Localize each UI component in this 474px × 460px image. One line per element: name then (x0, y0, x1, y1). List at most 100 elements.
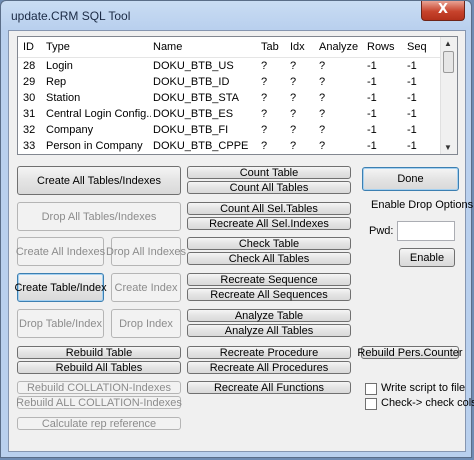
cell-name: DOKU_BTB_FI (153, 124, 229, 136)
check-table-button[interactable]: Check Table (187, 237, 351, 250)
cell-analyze: ? (319, 140, 326, 152)
scroll-down-arrow-icon[interactable]: ▼ (444, 143, 452, 152)
close-button[interactable]: X (421, 1, 465, 21)
cell-name: DOKU_BTB_STA (153, 92, 239, 104)
check-cols-label[interactable]: Check-> check cols. (381, 397, 474, 409)
column-header-idx[interactable]: Idx (290, 41, 305, 53)
column-header-analyze[interactable]: Analyze (319, 41, 358, 53)
vertical-scrollbar[interactable]: ▲ ▼ (440, 37, 457, 154)
app-window: update.CRM SQL Tool X ID Type Name Tab I… (0, 0, 474, 458)
write-script-checkbox-box[interactable] (365, 383, 377, 395)
table-row[interactable]: 29 Rep DOKU_BTB_ID??? -1 -1 (18, 75, 442, 91)
calculate-rep-reference-button[interactable]: Calculate rep reference (17, 417, 181, 430)
cell-tab: ? (261, 92, 268, 104)
cell-seq: -1 (407, 108, 417, 120)
cell-name: DOKU_BTB_ID (153, 76, 230, 88)
window-title: update.CRM SQL Tool (11, 9, 131, 23)
cell-rows: -1 (367, 60, 377, 72)
password-input[interactable] (397, 221, 455, 241)
cell-analyze: ? (319, 60, 326, 72)
table-row[interactable]: 33 Person in Company DOKU_BTB_CPPE??? -1 -1 (18, 139, 442, 154)
table-row[interactable]: 31 Central Login Config... DOKU_BTB_ES??? -… (18, 107, 442, 123)
create-all-tables-button[interactable]: Create All Tables/Indexes (17, 166, 181, 195)
cell-rows: -1 (367, 108, 377, 120)
cell-rows: -1 (367, 140, 377, 152)
write-script-label[interactable]: Write script to file (381, 382, 465, 394)
count-all-tables-button[interactable]: Count All Tables (187, 181, 351, 194)
cell-name: DOKU_BTB_ES (153, 108, 234, 120)
cell-id: 32 (23, 124, 36, 136)
cell-tab: ? (261, 140, 268, 152)
column-header-id[interactable]: ID (23, 41, 34, 53)
check-all-tables-button[interactable]: Check All Tables (187, 252, 351, 265)
recreate-sequence-button[interactable]: Recreate Sequence (187, 273, 351, 286)
analyze-all-tables-button[interactable]: Analyze All Tables (187, 324, 351, 337)
create-all-indexes-button[interactable]: Create All Indexes (16, 237, 105, 266)
cell-idx: ? (290, 60, 297, 72)
cell-name: DOKU_BTB_CPPE (153, 140, 249, 152)
cell-seq: -1 (407, 92, 417, 104)
recreate-all-functions-button[interactable]: Recreate All Functions (187, 381, 351, 394)
drop-table-index-button[interactable]: Drop Table/Index (17, 309, 104, 338)
create-index-button[interactable]: Create Index (111, 273, 181, 302)
cell-rows: -1 (367, 124, 377, 136)
table-list[interactable]: ID Type Name Tab Idx Analyze Rows Seq 28… (17, 36, 458, 155)
column-header-seq[interactable]: Seq (407, 41, 427, 53)
rebuild-all-tables-button[interactable]: Rebuild All Tables (17, 361, 181, 374)
column-header-rows[interactable]: Rows (367, 41, 395, 53)
cell-analyze: ? (319, 124, 326, 136)
cell-type: Person in Company (46, 140, 143, 152)
rebuild-collation-indexes-button[interactable]: Rebuild COLLATION-Indexes (17, 381, 181, 394)
drop-all-tables-button[interactable]: Drop All Tables/Indexes (17, 202, 181, 231)
recreate-all-procedures-button[interactable]: Recreate All Procedures (187, 361, 351, 374)
cell-type: Station (46, 92, 81, 104)
drop-index-button[interactable]: Drop Index (111, 309, 181, 338)
recreate-procedure-button[interactable]: Recreate Procedure (187, 346, 351, 359)
list-header: ID Type Name Tab Idx Analyze Rows Seq (18, 37, 442, 58)
cell-analyze: ? (319, 92, 326, 104)
cell-rows: -1 (367, 92, 377, 104)
cell-type: Central Login Config... (46, 108, 151, 120)
dialog-body: ID Type Name Tab Idx Analyze Rows Seq 28… (8, 30, 474, 452)
cell-tab: ? (261, 60, 268, 72)
cell-tab: ? (261, 76, 268, 88)
cell-id: 30 (23, 92, 36, 104)
cell-rows: -1 (367, 76, 377, 88)
analyze-table-button[interactable]: Analyze Table (187, 309, 351, 322)
cell-seq: -1 (407, 76, 417, 88)
scrollbar-thumb[interactable] (443, 51, 454, 73)
rebuild-table-button[interactable]: Rebuild Table (17, 346, 181, 359)
cell-seq: -1 (407, 124, 417, 136)
cell-id: 31 (23, 108, 36, 120)
column-header-type[interactable]: Type (46, 41, 70, 53)
recreate-all-sequences-button[interactable]: Recreate All Sequences (187, 288, 351, 301)
recreate-all-sel-indexes-button[interactable]: Recreate All Sel.Indexes (187, 217, 351, 230)
table-row[interactable]: 28 Login DOKU_BTB_US??? -1 -1 (18, 59, 442, 75)
cell-name: DOKU_BTB_US (153, 60, 234, 72)
table-row[interactable]: 30 Station DOKU_BTB_STA??? -1 -1 (18, 91, 442, 107)
cell-type: Rep (46, 76, 67, 88)
enable-button[interactable]: Enable (399, 248, 455, 267)
column-header-name[interactable]: Name (153, 41, 182, 53)
count-all-sel-tables-button[interactable]: Count All Sel.Tables (187, 202, 351, 215)
cell-analyze: ? (319, 108, 326, 120)
table-row[interactable]: 32 Company DOKU_BTB_FI??? -1 -1 (18, 123, 442, 139)
cell-seq: -1 (407, 140, 417, 152)
drop-all-indexes-button[interactable]: Drop All Indexes (106, 237, 186, 266)
drop-options-label: Enable Drop Options (371, 199, 474, 211)
check-cols-checkbox-box[interactable] (365, 398, 377, 410)
cell-id: 29 (23, 76, 36, 88)
create-table-index-button[interactable]: Create Table/Index (14, 273, 107, 302)
rebuild-pers-counter-button[interactable]: Rebuild Pers.Counter (357, 346, 463, 359)
cell-idx: ? (290, 92, 297, 104)
pwd-label: Pwd: (369, 225, 394, 237)
cell-id: 28 (23, 60, 36, 72)
done-button[interactable]: Done (362, 167, 459, 191)
count-table-button[interactable]: Count Table (187, 166, 351, 179)
cell-idx: ? (290, 140, 297, 152)
scroll-up-arrow-icon[interactable]: ▲ (444, 39, 452, 48)
column-header-tab[interactable]: Tab (261, 41, 279, 53)
rebuild-all-collation-indexes-button[interactable]: Rebuild ALL COLLATION-Indexes (16, 396, 182, 409)
cell-type: Company (46, 124, 94, 136)
cell-seq: -1 (407, 60, 417, 72)
